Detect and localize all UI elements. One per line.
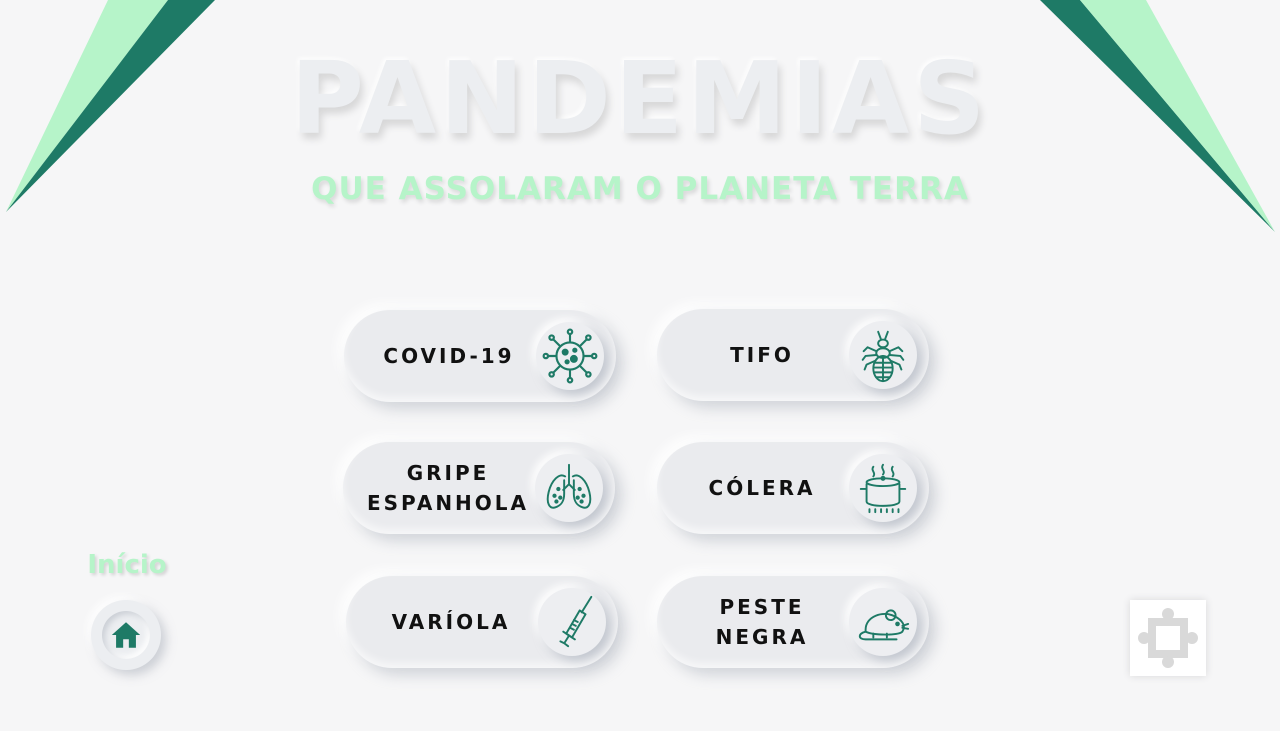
lungs-icon (535, 454, 603, 522)
pandemic-button-variola[interactable]: VARÍOLA (346, 576, 618, 668)
louse-icon (849, 321, 917, 389)
pandemic-button-peste-negra[interactable]: PESTE NEGRA (657, 576, 929, 668)
pandemic-label: TIFO (730, 343, 794, 367)
pandemic-button-tifo[interactable]: TIFO (657, 309, 929, 401)
syringe-icon (538, 588, 606, 656)
pandemic-label: PESTE NEGRA (715, 595, 809, 649)
page-subtitle: QUE ASSOLARAM O PLANETA TERRA (311, 171, 969, 207)
pandemic-label: COVID-19 (383, 344, 515, 368)
pandemic-button-covid19[interactable]: COVID-19 (344, 310, 616, 402)
extension-button[interactable] (1130, 600, 1206, 676)
home-label: Início (87, 550, 167, 580)
puzzle-icon (1138, 608, 1198, 668)
cooking-pot-icon (849, 454, 917, 522)
pandemic-label: CÓLERA (708, 476, 816, 500)
page-title: PANDEMIAS (290, 40, 990, 157)
home-button[interactable] (91, 600, 161, 670)
pandemic-button-gripe-espanhola[interactable]: GRIPE ESPANHOLA (343, 442, 615, 534)
virus-icon (536, 322, 604, 390)
pandemic-label: GRIPE ESPANHOLA (366, 461, 530, 515)
home-icon (111, 622, 141, 648)
rat-icon (849, 588, 917, 656)
pandemic-label: VARÍOLA (391, 610, 511, 634)
pandemic-button-colera[interactable]: CÓLERA (657, 442, 929, 534)
